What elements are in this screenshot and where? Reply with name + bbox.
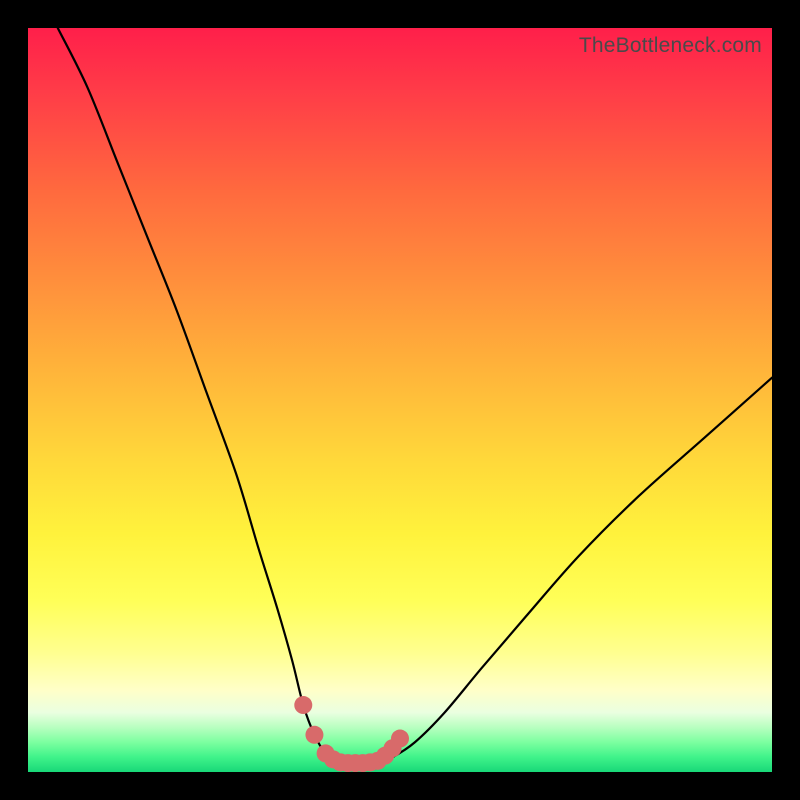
curve-svg: [28, 28, 772, 772]
plot-area: TheBottleneck.com: [28, 28, 772, 772]
highlight-dot: [305, 726, 323, 744]
bottleneck-curve-path: [58, 28, 772, 763]
chart-frame: TheBottleneck.com: [0, 0, 800, 800]
highlight-dot: [391, 730, 409, 748]
highlight-dots-group: [294, 696, 409, 772]
highlight-dot: [294, 696, 312, 714]
